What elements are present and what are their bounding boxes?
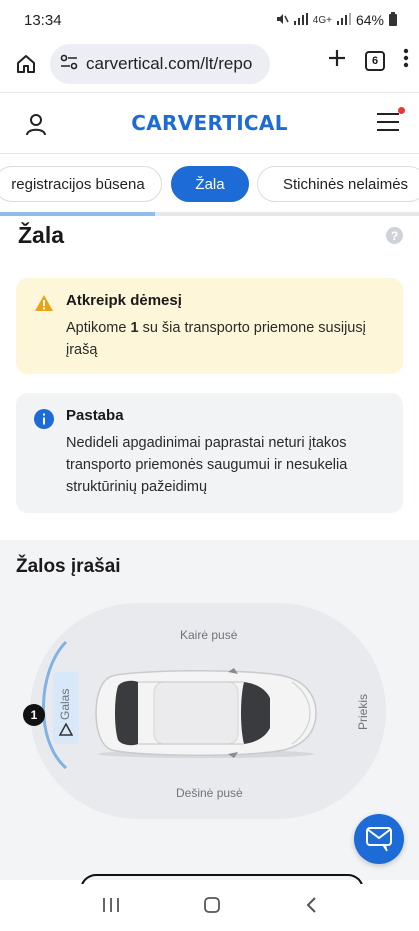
more-options-button[interactable]	[403, 48, 409, 73]
scroll-progress-bar	[0, 212, 419, 216]
system-navigation-bar	[0, 884, 419, 931]
info-text: Nedideli apgadinimai paprastai neturi įt…	[66, 435, 348, 495]
info-alert: Pastaba Nedideli apgadinimai paprastai n…	[16, 393, 403, 513]
label-left-side: Kairė pusė	[180, 628, 238, 642]
label-front: Priekis	[356, 693, 370, 730]
home-nav-button[interactable]	[203, 896, 221, 919]
plus-icon	[329, 50, 345, 66]
battery-level: 64%	[355, 12, 384, 28]
warning-count: 1	[130, 320, 139, 336]
warning-title: Atkreipk dėmesį	[66, 292, 182, 309]
label-right-side: Dešinė pusė	[176, 786, 243, 800]
signal-icon	[293, 12, 308, 28]
rear-damage-count-badge[interactable]: 1	[23, 704, 45, 726]
home-button[interactable]	[10, 48, 42, 80]
label-rear: Galas	[58, 688, 72, 720]
tab-natural-disasters[interactable]: Stichinės nelaimės	[257, 166, 419, 202]
home-icon	[17, 55, 35, 73]
user-icon	[26, 114, 46, 136]
info-title: Pastaba	[66, 407, 124, 424]
battery-icon	[389, 11, 397, 29]
warning-alert: Atkreipk dėmesį Aptikome 1 su šia transp…	[16, 278, 403, 374]
warning-triangle-icon	[58, 722, 74, 741]
new-tab-button[interactable]	[327, 48, 347, 73]
url-text: carvertical.com/lt/repo	[86, 54, 253, 73]
tab-damage[interactable]: Žala	[171, 166, 249, 202]
chat-icon	[366, 827, 392, 852]
notification-dot	[398, 107, 405, 114]
car-top-view-illustration	[95, 668, 317, 758]
network-type: 4G+	[312, 14, 332, 26]
status-bar: 13:34 4G+ 64%	[0, 0, 419, 40]
kebab-menu-icon	[403, 48, 409, 68]
site-header: CARVERTICAL	[0, 92, 419, 154]
recents-icon	[102, 898, 119, 912]
home-nav-icon	[204, 897, 221, 913]
section-title: Žala	[18, 222, 65, 248]
scroll-progress-fill	[0, 212, 156, 216]
site-settings-icon[interactable]	[60, 54, 78, 75]
status-time: 13:34	[24, 11, 62, 29]
signal-icon-2	[336, 12, 351, 28]
address-bar[interactable]: carvertical.com/lt/repo	[50, 44, 270, 84]
tab-registration-status[interactable]: registracijos būsena	[0, 166, 162, 202]
back-chevron-icon	[306, 897, 316, 913]
back-button[interactable]	[305, 896, 317, 919]
recent-apps-button[interactable]	[102, 897, 120, 918]
hamburger-menu-button[interactable]	[377, 107, 405, 131]
help-icon[interactable]: ?	[386, 227, 403, 244]
carvertical-logo[interactable]: CARVERTICAL	[131, 111, 287, 135]
mute-icon	[275, 12, 289, 29]
category-tabs: registracijos būsena Žala Stichinės nela…	[0, 166, 419, 204]
info-icon	[34, 409, 54, 434]
account-button[interactable]	[24, 112, 48, 141]
browser-toolbar: carvertical.com/lt/repo 6	[0, 40, 419, 88]
status-icons: 4G+ 64%	[275, 11, 397, 29]
chat-support-button[interactable]	[354, 814, 404, 864]
damage-records-title: Žalos įrašai	[16, 556, 121, 577]
warning-icon	[34, 294, 54, 317]
warning-text: Aptikome 1 su šia transporto priemone su…	[66, 320, 366, 358]
tab-switcher-button[interactable]: 6	[365, 50, 385, 71]
